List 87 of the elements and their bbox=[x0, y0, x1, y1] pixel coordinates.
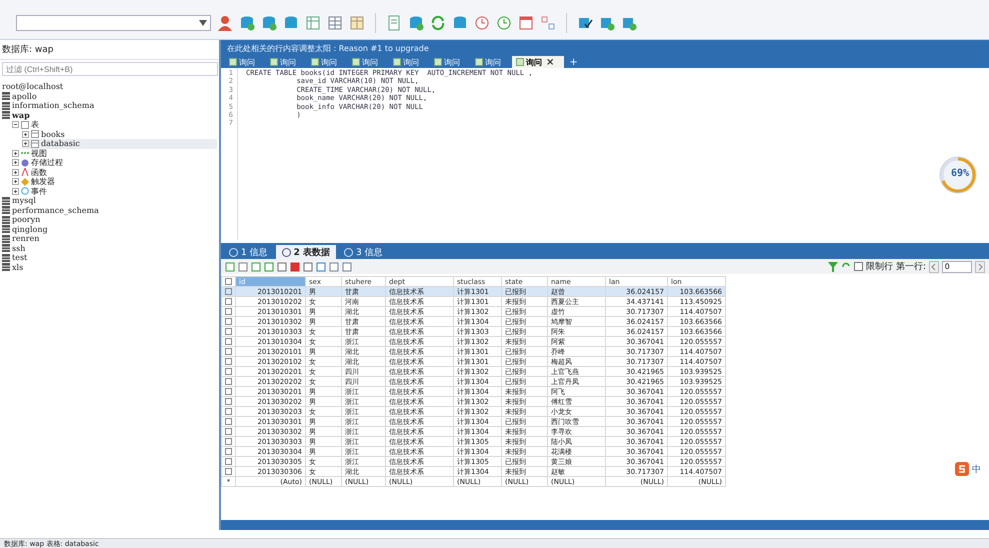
limit-checkbox[interactable] bbox=[854, 262, 863, 271]
database-dropdown[interactable] bbox=[16, 14, 211, 30]
first-row-label: 第一行: bbox=[896, 260, 926, 273]
query-tab[interactable]: 询问 bbox=[471, 56, 509, 68]
table-icon[interactable] bbox=[305, 14, 321, 30]
close-tab-button[interactable]: × bbox=[544, 56, 556, 68]
caret-icon bbox=[199, 20, 207, 26]
row-checkbox[interactable] bbox=[225, 298, 232, 305]
function-icon bbox=[21, 168, 29, 176]
tree-item[interactable]: xls bbox=[2, 262, 217, 272]
delete-icon[interactable] bbox=[290, 262, 300, 272]
tree-item[interactable]: apollo bbox=[2, 92, 217, 101]
diamond-icon bbox=[21, 178, 29, 186]
row-checkbox[interactable] bbox=[225, 418, 232, 425]
query-tab[interactable]: 询问 bbox=[225, 56, 263, 68]
row-checkbox[interactable] bbox=[225, 378, 232, 385]
table-icon[interactable] bbox=[327, 14, 343, 30]
tree-item[interactable]: 事件 bbox=[12, 186, 217, 196]
tree-item[interactable]: 视图 bbox=[12, 148, 217, 158]
row-checkbox[interactable] bbox=[225, 288, 232, 295]
row-checkbox[interactable] bbox=[225, 428, 232, 435]
query-tab[interactable]: 询问 × bbox=[512, 56, 564, 68]
row-checkbox[interactable] bbox=[225, 438, 232, 445]
tree-item[interactable]: pooryn bbox=[2, 215, 217, 224]
row-checkbox[interactable] bbox=[225, 328, 232, 335]
result-tab[interactable]: 3 信息 bbox=[338, 245, 389, 259]
tab-icon bbox=[282, 248, 291, 256]
tree-item[interactable]: performance_schema bbox=[2, 206, 217, 215]
database-label: 数据库: wap bbox=[0, 40, 219, 60]
result-tab[interactable]: 2 表数据 bbox=[276, 245, 336, 259]
row-checkbox[interactable] bbox=[225, 368, 232, 375]
row-checkbox[interactable] bbox=[225, 308, 232, 315]
database-icon[interactable] bbox=[452, 14, 468, 30]
tree-item[interactable]: books bbox=[22, 130, 217, 139]
tree-item[interactable]: 触发器 bbox=[12, 177, 217, 186]
database-icon[interactable] bbox=[283, 14, 299, 30]
tree-item[interactable]: root@localhost bbox=[2, 82, 217, 92]
add-tab-button[interactable]: + bbox=[567, 57, 580, 68]
tab-icon bbox=[229, 248, 238, 256]
tree-item[interactable]: information_schema bbox=[2, 101, 217, 110]
tree-item[interactable]: wap bbox=[2, 110, 217, 120]
circle-icon bbox=[21, 187, 29, 196]
tree-item[interactable]: databasic bbox=[22, 139, 217, 148]
row-checkbox[interactable] bbox=[225, 408, 232, 415]
row-checkbox[interactable] bbox=[225, 448, 232, 455]
limit-label: 限制行 bbox=[866, 260, 893, 273]
query-tab[interactable]: 询问 bbox=[348, 56, 386, 68]
row-checkbox[interactable] bbox=[225, 458, 232, 465]
upgrade-banner: 在此处相关的行内容调整太阳 : Reason #1 to upgrade bbox=[221, 40, 989, 54]
tree-item[interactable]: 表 bbox=[12, 120, 217, 130]
database-icon[interactable] bbox=[239, 14, 255, 30]
row-checkbox[interactable] bbox=[225, 338, 232, 345]
tree-item[interactable]: mysql bbox=[2, 196, 217, 206]
tab-icon bbox=[344, 248, 353, 256]
database-icon[interactable] bbox=[408, 14, 424, 30]
filter-icon[interactable] bbox=[828, 262, 838, 272]
clock-icon[interactable] bbox=[474, 14, 490, 30]
row-checkbox[interactable] bbox=[225, 348, 232, 355]
user-icon[interactable] bbox=[217, 14, 233, 30]
query-tab[interactable]: 询问 bbox=[389, 56, 427, 68]
tree-item[interactable]: test bbox=[2, 253, 217, 262]
database-icon[interactable] bbox=[261, 14, 277, 30]
tree-item[interactable]: 函数 bbox=[12, 168, 217, 177]
select-all-checkbox[interactable] bbox=[225, 278, 232, 285]
query-tab[interactable]: 询问 bbox=[307, 56, 345, 68]
ime-mode[interactable]: 中 bbox=[972, 462, 981, 476]
clock-icon[interactable] bbox=[496, 14, 512, 30]
table-icon[interactable] bbox=[349, 14, 365, 30]
previous-icon[interactable] bbox=[929, 260, 939, 272]
tree-item[interactable]: renren bbox=[2, 234, 217, 244]
row-checkbox[interactable] bbox=[225, 468, 232, 475]
query-tab[interactable]: 询问 bbox=[266, 56, 304, 68]
row-checkbox[interactable] bbox=[225, 358, 232, 365]
ime-logo-icon bbox=[955, 462, 969, 476]
filter-field[interactable]: 过滤 (Ctrl+Shift+B) bbox=[2, 62, 218, 76]
row-checkbox[interactable] bbox=[225, 318, 232, 325]
tree-item[interactable]: qinglong bbox=[2, 224, 217, 234]
tree-item[interactable]: ssh bbox=[2, 244, 217, 253]
next-icon[interactable] bbox=[975, 260, 985, 272]
tree-item[interactable]: 存储过程 bbox=[12, 158, 217, 168]
calendar-icon[interactable] bbox=[518, 14, 534, 30]
progress-reading: 69% bbox=[950, 170, 969, 178]
result-tab[interactable]: 1 信息 bbox=[223, 245, 274, 259]
row-checkbox[interactable] bbox=[225, 388, 232, 395]
first-row-field[interactable]: 0 bbox=[942, 260, 972, 272]
row-checkbox[interactable] bbox=[225, 398, 232, 405]
query-tab[interactable]: 询问 bbox=[430, 56, 468, 68]
